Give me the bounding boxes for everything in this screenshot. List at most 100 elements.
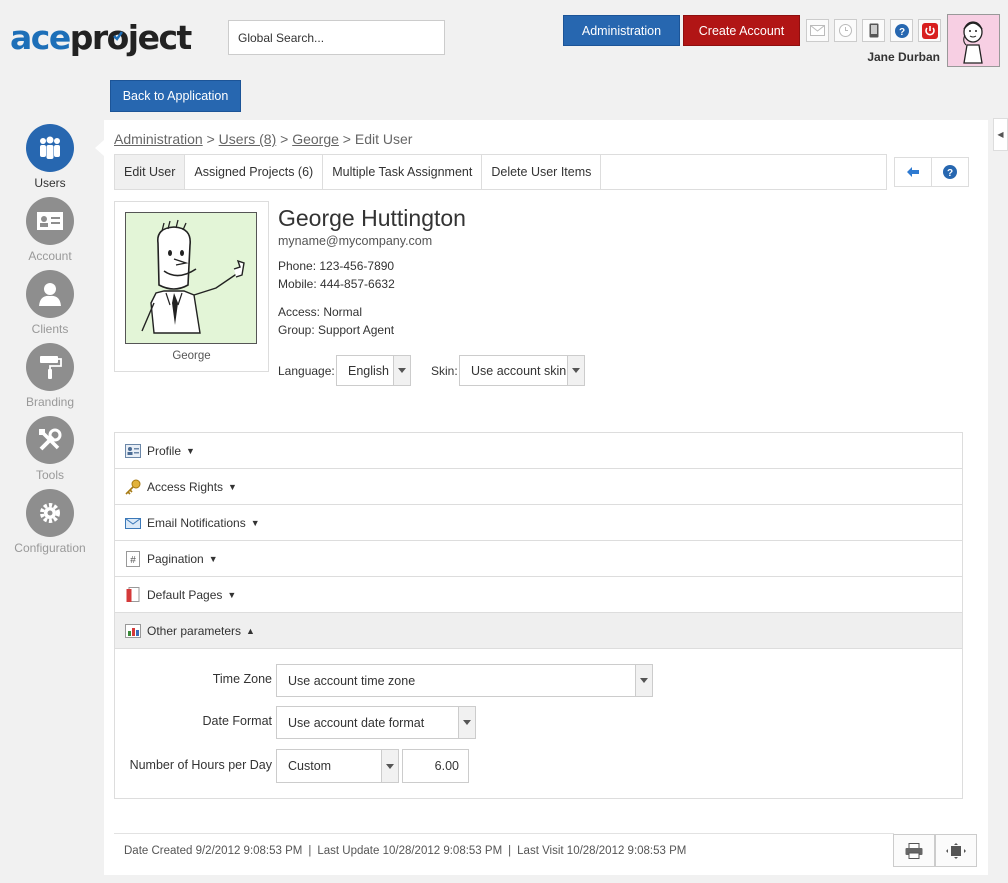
chevron-up-icon: ▲	[246, 625, 255, 636]
aceproject-logo[interactable]: acepro ject	[10, 18, 193, 58]
pagination-icon: #	[125, 550, 141, 567]
language-label: Language:	[278, 364, 335, 378]
chevron-down-icon	[567, 356, 584, 385]
breadcrumb-users[interactable]: Users (8)	[219, 131, 277, 147]
hours-mode-select[interactable]: Custom	[276, 749, 399, 783]
hours-per-day-label: Number of Hours per Day	[129, 758, 272, 772]
tab-assigned-projects[interactable]: Assigned Projects (6)	[185, 155, 324, 189]
tab-multiple-task-assignment[interactable]: Multiple Task Assignment	[323, 155, 483, 189]
logo-text-ject: ject	[127, 18, 193, 57]
global-search-input[interactable]	[228, 20, 445, 55]
hours-per-day-input[interactable]	[402, 749, 469, 783]
footer-separator: |	[308, 845, 312, 857]
svg-text:?: ?	[898, 27, 904, 38]
section-label: Other parameters	[147, 623, 242, 638]
breadcrumb-administration[interactable]: Administration	[114, 131, 203, 147]
chevron-down-icon: ▼	[227, 589, 237, 600]
time-zone-value: Use account time zone	[288, 673, 416, 688]
section-label: Email Notifications	[147, 515, 246, 530]
time-zone-select[interactable]: Use account time zone	[276, 664, 653, 697]
arrow-left-icon	[907, 167, 919, 177]
chevron-down-icon	[458, 707, 475, 738]
account-card-icon	[26, 197, 74, 245]
client-icon	[26, 270, 74, 318]
user-email: myname@mycompany.com	[278, 234, 433, 248]
key-icon	[125, 479, 141, 495]
user-avatar[interactable]	[947, 14, 1000, 67]
administration-button[interactable]: Administration	[563, 15, 680, 46]
section-pagination[interactable]: # Pagination ▼	[115, 541, 962, 577]
language-select[interactable]: English	[336, 355, 411, 386]
user-tabs: Edit User Assigned Projects (6) Multiple…	[114, 154, 887, 190]
mobile-icon[interactable]	[862, 19, 885, 42]
user-phone: Phone: 123-456-7890	[278, 259, 395, 273]
section-access-rights[interactable]: Access Rights ▼	[115, 469, 962, 505]
other-parameters-body: Time Zone Use account time zone Date For…	[115, 649, 962, 798]
logo-o-icon: o	[106, 18, 130, 57]
nav-label: Configuration	[14, 541, 86, 555]
date-format-value: Use account date format	[288, 715, 425, 730]
back-arrow-button[interactable]	[894, 157, 932, 187]
footer-separator: |	[508, 845, 512, 857]
mail-icon[interactable]	[806, 19, 829, 42]
chevron-down-icon	[635, 665, 652, 696]
section-label: Default Pages	[147, 587, 223, 602]
photo-caption: George	[172, 350, 211, 362]
print-button[interactable]	[893, 834, 935, 867]
section-profile[interactable]: Profile ▼	[115, 433, 962, 469]
user-photo-card: George	[114, 201, 269, 372]
breadcrumb-current: Edit User	[354, 131, 413, 147]
user-access: Access: Normal	[278, 305, 363, 319]
expand-icon	[946, 842, 966, 859]
last-visit: Last Visit 10/28/2012 9:08:53 PM	[517, 845, 687, 857]
svg-text:#: #	[130, 555, 136, 566]
section-email-notifications[interactable]: Email Notifications ▼	[115, 505, 962, 541]
nav-configuration[interactable]: Configuration	[0, 489, 100, 555]
tab-delete-user-items[interactable]: Delete User Items	[482, 155, 602, 189]
chevron-down-icon: ▼	[250, 517, 260, 528]
breadcrumb-george[interactable]: George	[292, 131, 339, 147]
nav-label: Account	[28, 249, 72, 263]
nav-branding[interactable]: Branding	[0, 343, 100, 409]
logo-text-pr: pr	[69, 18, 108, 57]
nav-active-pointer	[95, 140, 104, 156]
section-default-pages[interactable]: Default Pages ▼	[115, 577, 962, 613]
help-button[interactable]: ?	[931, 157, 969, 187]
nav-clients[interactable]: Clients	[0, 270, 100, 336]
time-zone-label: Time Zone	[212, 672, 272, 686]
settings-accordion: Profile ▼ Access Rights ▼ Email Notifica…	[114, 432, 963, 799]
printer-icon	[905, 842, 923, 859]
section-other-parameters[interactable]: Other parameters ▲	[115, 613, 962, 649]
skin-value: Use account skin	[471, 363, 567, 378]
footer-divider	[114, 833, 894, 834]
collapse-right-panel-icon[interactable]: ◀	[993, 118, 1008, 151]
clock-icon[interactable]	[834, 19, 857, 42]
other-parameters-icon	[125, 623, 141, 639]
power-icon[interactable]	[918, 19, 941, 42]
hours-mode-value: Custom	[288, 759, 332, 773]
user-group: Group: Support Agent	[278, 323, 395, 337]
footer-dates: Date Created 9/2/2012 9:08:53 PM | Last Up…	[124, 845, 686, 857]
help-icon[interactable]: ?	[890, 19, 913, 42]
profile-card-icon	[125, 443, 141, 459]
gear-icon	[26, 489, 74, 537]
nav-users[interactable]: Users	[0, 124, 100, 190]
user-photo[interactable]	[125, 212, 257, 344]
default-pages-icon	[125, 586, 141, 603]
users-icon	[26, 124, 74, 172]
fullscreen-button[interactable]	[935, 834, 977, 867]
user-full-name: George Huttington	[278, 205, 466, 231]
tab-edit-user[interactable]: Edit User	[115, 155, 186, 189]
nav-label: Branding	[25, 395, 75, 409]
chevron-down-icon	[393, 356, 410, 385]
email-icon	[125, 515, 141, 531]
breadcrumb: Administration > Users (8) > George > Ed…	[114, 131, 412, 147]
skin-select[interactable]: Use account skin	[459, 355, 585, 386]
skin-label: Skin:	[431, 364, 458, 378]
chevron-down-icon: ▼	[228, 481, 237, 492]
create-account-button[interactable]: Create Account	[683, 15, 800, 46]
nav-tools[interactable]: Tools	[0, 416, 100, 482]
nav-account[interactable]: Account	[0, 197, 100, 263]
date-format-select[interactable]: Use account date format	[276, 706, 476, 739]
back-to-application-button[interactable]: Back to Application	[110, 80, 241, 112]
